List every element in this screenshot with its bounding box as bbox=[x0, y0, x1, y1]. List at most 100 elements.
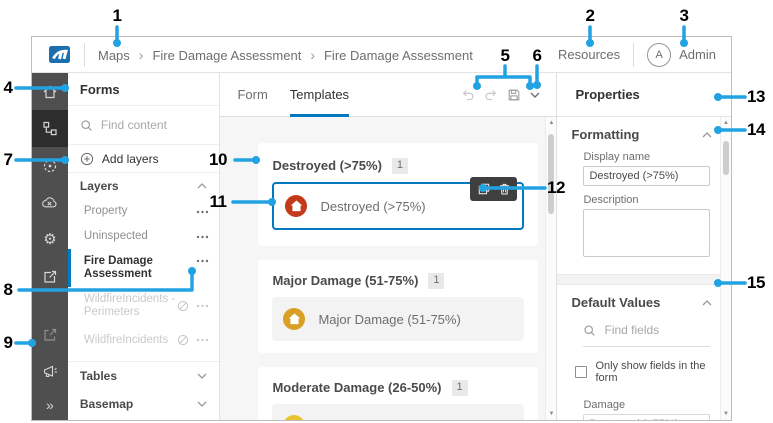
scrollbar-thumb[interactable] bbox=[722, 141, 729, 175]
only-show-fields-checkbox[interactable] bbox=[575, 366, 588, 378]
header-divider bbox=[84, 42, 85, 67]
redo-icon[interactable] bbox=[484, 88, 498, 102]
callout-1: 1 bbox=[112, 6, 122, 25]
description-label: Description bbox=[583, 194, 639, 206]
find-fields-input[interactable] bbox=[604, 323, 700, 337]
user-menu[interactable]: Admin bbox=[679, 47, 716, 62]
major-damage-house-icon bbox=[283, 308, 306, 330]
template-group-moderate-damage: Moderate Damage (26-50%) 1 Moderate Dama… bbox=[258, 367, 539, 421]
offline-cloud-icon[interactable] bbox=[32, 184, 68, 221]
find-fields-search[interactable] bbox=[583, 323, 710, 347]
feedback-megaphone-icon[interactable] bbox=[32, 353, 68, 390]
template-group-major-damage: Major Damage (51-75%) 1 Major Damage (51… bbox=[258, 260, 539, 353]
find-content-input[interactable] bbox=[100, 118, 201, 132]
template-hover-toolbar bbox=[470, 177, 518, 201]
layer-menu-icon[interactable] bbox=[196, 338, 209, 342]
callout-15: 15 bbox=[747, 273, 765, 292]
callout-5: 5 bbox=[500, 46, 510, 65]
formatting-section-header[interactable]: Formatting bbox=[557, 117, 720, 143]
header-divider bbox=[633, 42, 635, 67]
editor-panel: Form Templates Destroyed (>75%) 1 Destro… bbox=[220, 73, 557, 421]
default-values-section-header[interactable]: Default Values bbox=[557, 285, 720, 311]
layer-label: Uninspected bbox=[83, 230, 148, 242]
scrollbar-thumb[interactable] bbox=[548, 134, 555, 214]
template-card-label: Major Damage (51-75%) bbox=[318, 311, 461, 327]
destroyed-house-icon bbox=[285, 195, 308, 217]
callout-8: 8 bbox=[3, 280, 13, 299]
breadcrumb-separator: › bbox=[138, 46, 144, 63]
layer-item-uninspected[interactable]: Uninspected bbox=[68, 224, 220, 249]
callout-10: 10 bbox=[209, 150, 227, 169]
tab-templates[interactable]: Templates bbox=[289, 73, 350, 117]
breadcrumb-maps[interactable]: Maps bbox=[98, 48, 130, 63]
scroll-down-arrow[interactable]: ▼ bbox=[721, 411, 731, 417]
layer-item-wildfire-perimeters[interactable]: WildfireIncidents - Perimeters bbox=[68, 287, 220, 325]
template-group-destroyed: Destroyed (>75%) 1 Destroyed (>75%) bbox=[258, 143, 539, 246]
damage-field-input[interactable] bbox=[583, 414, 710, 420]
editor-toolbar bbox=[461, 88, 540, 102]
template-card-label: Destroyed (>75%) bbox=[320, 198, 426, 214]
layer-item-wildfire-incidents[interactable]: WildfireIncidents bbox=[68, 325, 220, 355]
home-icon[interactable] bbox=[32, 73, 68, 110]
tables-section-header[interactable]: Tables bbox=[68, 362, 220, 390]
template-card-destroyed[interactable]: Destroyed (>75%) bbox=[272, 177, 525, 230]
scroll-up-arrow[interactable]: ▲ bbox=[721, 120, 731, 126]
search-icon bbox=[81, 119, 92, 131]
save-icon[interactable] bbox=[507, 88, 521, 102]
add-layers-button[interactable]: Add layers bbox=[67, 145, 220, 173]
save-menu-chevron-down-icon[interactable] bbox=[530, 92, 540, 98]
display-name-label: Display name bbox=[583, 151, 651, 163]
undo-icon[interactable] bbox=[461, 88, 475, 102]
breadcrumb-separator: › bbox=[310, 46, 315, 63]
layer-menu-icon[interactable] bbox=[196, 259, 209, 263]
template-card-label: Moderate Damage (26-50%) bbox=[318, 419, 483, 421]
scroll-down-arrow[interactable]: ▼ bbox=[546, 411, 556, 417]
layer-menu-icon[interactable] bbox=[196, 304, 209, 308]
share-icon[interactable] bbox=[32, 258, 68, 295]
avatar[interactable]: A bbox=[647, 42, 672, 67]
template-count-badge: 1 bbox=[391, 157, 408, 174]
callout-3: 3 bbox=[679, 6, 689, 25]
only-show-fields-row: Only show fields in the form bbox=[575, 360, 710, 384]
layer-item-property[interactable]: Property bbox=[68, 199, 220, 224]
forms-icon[interactable] bbox=[32, 110, 68, 147]
template-card-moderate-damage[interactable]: Moderate Damage (26-50%) bbox=[272, 404, 525, 421]
duplicate-icon[interactable] bbox=[478, 183, 490, 195]
layer-label: WildfireIncidents bbox=[83, 333, 169, 346]
geofence-icon[interactable] bbox=[32, 147, 68, 184]
plus-circle-icon bbox=[80, 152, 94, 166]
layer-item-fire-damage-assessment[interactable]: Fire Damage Assessment bbox=[67, 249, 220, 287]
chevron-up-icon bbox=[702, 132, 712, 138]
section-separator bbox=[557, 274, 720, 285]
app-header: Maps › Fire Damage Assessment › Fire Damage … bbox=[32, 37, 731, 73]
callout-6: 6 bbox=[532, 46, 542, 65]
find-content-search[interactable] bbox=[67, 106, 220, 145]
collapse-icon[interactable]: » bbox=[32, 390, 68, 420]
display-name-input[interactable] bbox=[583, 166, 710, 186]
scroll-up-arrow[interactable]: ▲ bbox=[546, 120, 556, 126]
basemap-section-header[interactable]: Basemap bbox=[68, 390, 220, 418]
tab-form[interactable]: Form bbox=[237, 73, 267, 117]
forms-panel-title: Forms bbox=[67, 73, 220, 106]
layers-section-header[interactable]: Layers bbox=[68, 173, 220, 199]
properties-panel: Properties Formatting Display name Descr… bbox=[556, 73, 731, 420]
template-count-badge: 1 bbox=[451, 379, 468, 396]
layers-section-label: Layers bbox=[79, 179, 119, 193]
chevron-down-icon bbox=[197, 373, 207, 379]
forms-panel: Forms Add layers Layers Property bbox=[67, 73, 221, 420]
callout-12: 12 bbox=[547, 178, 565, 197]
resources-link[interactable]: Resources bbox=[558, 47, 620, 62]
callout-13: 13 bbox=[747, 87, 765, 106]
templates-scrollbar[interactable]: ▲ ▼ bbox=[545, 117, 557, 420]
breadcrumb-map-name[interactable]: Fire Damage Assessment bbox=[152, 48, 301, 63]
callout-7: 7 bbox=[3, 150, 13, 169]
icon-sidebar: ⚙ » bbox=[32, 73, 68, 420]
default-values-section-label: Default Values bbox=[571, 295, 661, 310]
layer-menu-icon[interactable] bbox=[196, 235, 209, 239]
settings-gear-icon[interactable]: ⚙ bbox=[32, 221, 68, 258]
description-textarea[interactable] bbox=[583, 209, 710, 257]
properties-scrollbar[interactable]: ▲ ▼ bbox=[719, 117, 731, 420]
open-in-app-icon[interactable] bbox=[32, 316, 68, 353]
template-card-major-damage[interactable]: Major Damage (51-75%) bbox=[272, 297, 525, 341]
delete-trash-icon[interactable] bbox=[499, 183, 510, 195]
